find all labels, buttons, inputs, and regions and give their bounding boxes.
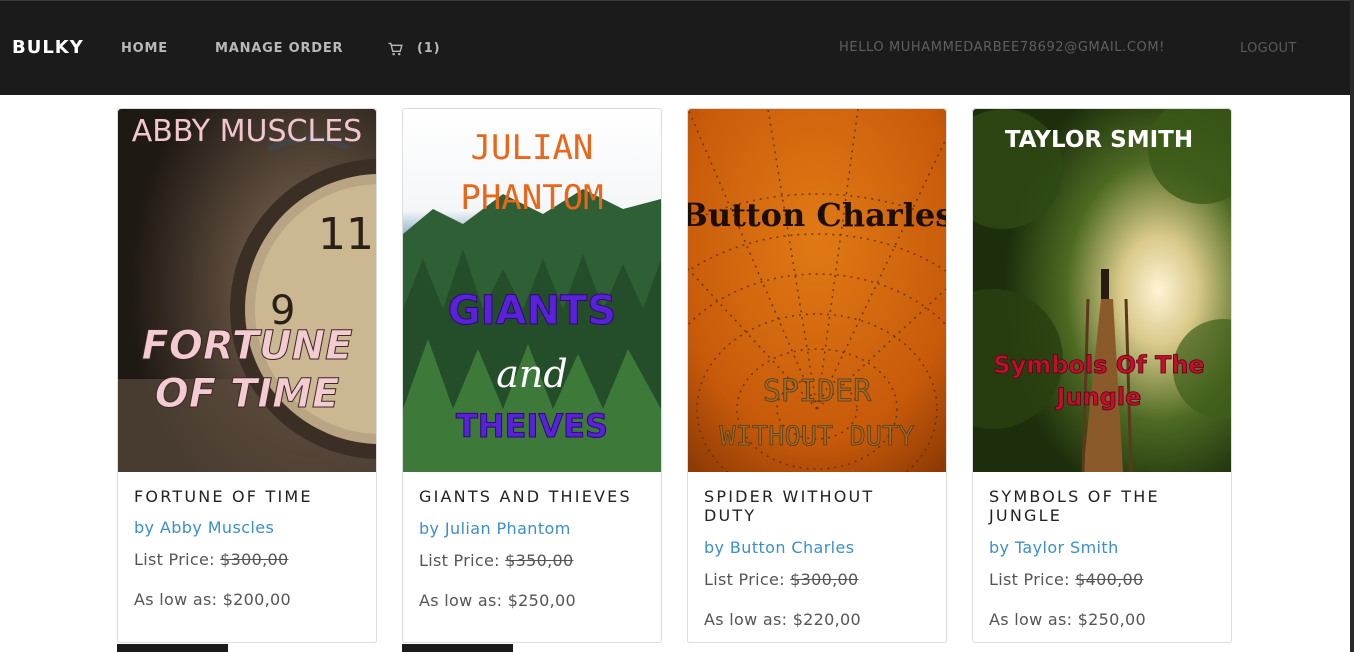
cover-author: Button Charles <box>688 196 946 234</box>
user-greeting: HELLO MUHAMMEDARBEE78692@GMAIL.COM! <box>839 40 1165 55</box>
cover-author: ABBY MUSCLES <box>132 114 362 149</box>
low-price-label: As low as: <box>989 610 1073 629</box>
nav-manage-order[interactable]: MANAGE ORDER <box>215 41 343 56</box>
list-price: List Price: $400,00 <box>989 570 1143 589</box>
cover-author-line-1: JULIAN <box>471 128 594 168</box>
product-author[interactable]: by Abby Muscles <box>134 518 274 537</box>
list-price: List Price: $350,00 <box>419 551 573 570</box>
product-title: SYMBOLS OF THE JUNGLE <box>989 487 1160 525</box>
book-cover[interactable]: 11 9 ABBY MUSCLES FORTUNE OF TIME <box>118 109 376 472</box>
nav-home[interactable]: HOME <box>121 41 168 56</box>
cover-author: TAYLOR SMITH <box>1005 127 1193 153</box>
cover-title-line-1: GIANTS <box>448 288 616 334</box>
list-price-label: List Price: <box>134 550 215 569</box>
product-title: SPIDER WITHOUT DUTY <box>704 487 875 525</box>
svg-text:11: 11 <box>318 209 374 260</box>
cart-count: (1) <box>417 41 441 56</box>
nav-cart[interactable]: (1) <box>388 41 440 56</box>
low-price-label: As low as: <box>134 590 218 609</box>
list-price-value: $300,00 <box>790 570 859 589</box>
book-cover[interactable]: TAYLOR SMITH Symbols Of The Jungle <box>973 109 1231 472</box>
list-price: List Price: $300,00 <box>704 570 858 589</box>
low-price-value: $200,00 <box>222 590 291 609</box>
brand-logo[interactable]: BULKY <box>12 37 84 58</box>
list-price: List Price: $300,00 <box>134 550 288 569</box>
product-card: JULIAN PHANTOM GIANTS and THEIVES GIANTS… <box>402 108 662 643</box>
book-cover[interactable]: Button Charles SPIDER WITHOUT DUTY <box>688 109 946 472</box>
cover-author-line-2: PHANTOM <box>460 178 603 218</box>
low-price: As low as: $220,00 <box>704 610 861 629</box>
cover-title-line-2: Jungle <box>1055 383 1142 411</box>
low-price-value: $250,00 <box>507 591 576 610</box>
low-price: As low as: $200,00 <box>134 590 291 609</box>
low-price-label: As low as: <box>419 591 503 610</box>
product-card: Button Charles SPIDER WITHOUT DUTY SPIDE… <box>687 108 947 643</box>
scrollbar-strip <box>1350 0 1354 652</box>
product-title: FORTUNE OF TIME <box>134 487 313 506</box>
low-price: As low as: $250,00 <box>419 591 576 610</box>
cover-title-line-3: THEIVES <box>456 407 608 445</box>
list-price-value: $350,00 <box>505 551 574 570</box>
low-price-label: As low as: <box>704 610 788 629</box>
logout-link[interactable]: LOGOUT <box>1240 41 1297 56</box>
product-author[interactable]: by Taylor Smith <box>989 538 1119 557</box>
low-price-value: $250,00 <box>1077 610 1146 629</box>
low-price: As low as: $250,00 <box>989 610 1146 629</box>
product-title: GIANTS AND THIEVES <box>419 487 632 506</box>
cover-title-line-2: WITHOUT DUTY <box>719 421 914 452</box>
cover-title-line-2: OF TIME <box>155 371 340 417</box>
product-card: TAYLOR SMITH Symbols Of The Jungle SYMBO… <box>972 108 1232 643</box>
list-price-label: List Price: <box>704 570 785 589</box>
details-button[interactable] <box>117 644 228 652</box>
product-author[interactable]: by Button Charles <box>704 538 855 557</box>
details-button[interactable] <box>402 644 513 652</box>
cover-title-line-1: Symbols Of The <box>993 351 1204 379</box>
list-price-value: $400,00 <box>1075 570 1144 589</box>
cover-title-line-1: FORTUNE <box>142 323 353 369</box>
product-author[interactable]: by Julian Phantom <box>419 519 571 538</box>
cart-icon <box>388 42 403 55</box>
low-price-value: $220,00 <box>792 610 861 629</box>
list-price-value: $300,00 <box>220 550 289 569</box>
list-price-label: List Price: <box>989 570 1070 589</box>
product-card: 11 9 ABBY MUSCLES FORTUNE OF TIME FORTUN… <box>117 108 377 643</box>
cover-title-line-1: SPIDER <box>763 374 872 409</box>
cover-title-line-2: and <box>496 352 567 396</box>
book-cover[interactable]: JULIAN PHANTOM GIANTS and THEIVES <box>403 109 661 472</box>
list-price-label: List Price: <box>419 551 500 570</box>
navbar: BULKY HOME MANAGE ORDER (1) HELLO MUHAMM… <box>0 0 1350 95</box>
